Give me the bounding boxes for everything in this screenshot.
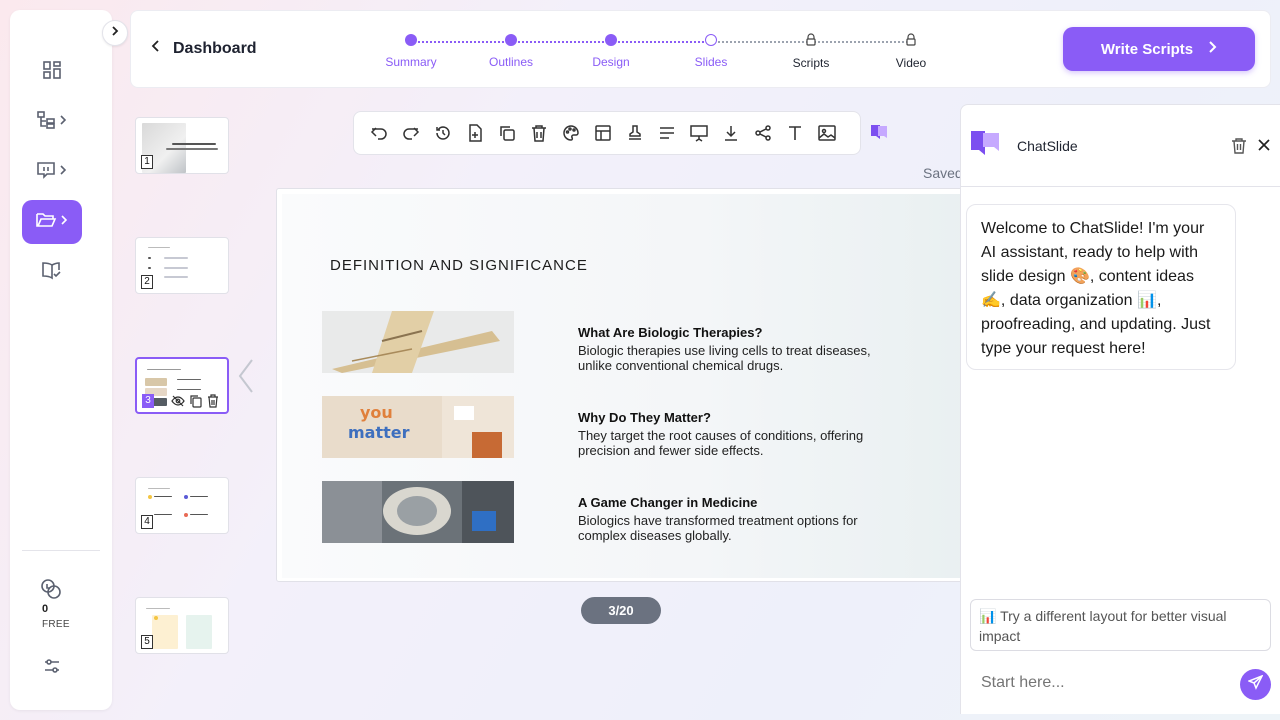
chevron-right-icon (110, 24, 120, 42)
credit-count: 0 (42, 603, 49, 615)
step-summary[interactable]: Summary (361, 33, 461, 69)
sidebar-item-projects[interactable] (22, 200, 82, 244)
save-status: Saved (923, 165, 963, 181)
page-indicator: 3/20 (581, 597, 661, 624)
slide-thumbnail-4[interactable]: 4 (135, 477, 229, 534)
hide-slide-icon[interactable] (171, 394, 185, 412)
top-bar: Dashboard Summary Outlines Design Slides… (130, 10, 1271, 88)
delete-icon[interactable] (530, 124, 548, 142)
text-icon[interactable] (786, 124, 804, 142)
sidebar-divider (22, 550, 100, 551)
layout-icon[interactable] (594, 124, 612, 142)
svg-text:you: you (360, 403, 393, 422)
chevron-right-icon (1207, 40, 1217, 58)
chevron-right-icon (58, 163, 68, 181)
close-icon[interactable] (1257, 138, 1271, 157)
present-icon[interactable] (690, 124, 708, 142)
tree-icon (36, 110, 56, 135)
slide-title[interactable]: DEFINITION AND SIGNIFICANCE (330, 257, 588, 274)
chat-input[interactable] (981, 674, 1181, 692)
step-design[interactable]: Design (561, 33, 661, 69)
plan-label: FREE (42, 619, 70, 630)
grid-icon (42, 60, 62, 85)
step-video[interactable]: Video (861, 33, 961, 70)
chatslide-logo-icon[interactable] (868, 122, 890, 149)
palette-icon[interactable] (562, 124, 580, 142)
sidebar-item-structure[interactable] (22, 100, 82, 144)
slide-content: DEFINITION AND SIGNIFICANCE What Are Bio… (282, 194, 972, 578)
image-icon[interactable] (818, 124, 836, 142)
slide-canvas[interactable]: DEFINITION AND SIGNIFICANCE What Are Bio… (276, 188, 976, 582)
slide-thumbnail-3[interactable]: 3 (135, 357, 229, 414)
editor-toolbar (353, 111, 861, 155)
redo-icon[interactable] (402, 124, 420, 142)
settings-sliders-icon[interactable] (42, 656, 62, 681)
item-text[interactable]: They target the root causes of condition… (578, 428, 898, 458)
back-to-dashboard[interactable]: Dashboard (151, 39, 257, 58)
align-icon[interactable] (658, 124, 676, 142)
chat-board-icon (36, 160, 56, 185)
chevron-right-icon (58, 113, 68, 131)
step-outlines[interactable]: Outlines (461, 33, 561, 69)
item-heading[interactable]: A Game Changer in Medicine (578, 495, 757, 510)
send-icon (1246, 674, 1264, 695)
write-scripts-button[interactable]: Write Scripts (1063, 27, 1255, 71)
item-heading[interactable]: What Are Biologic Therapies? (578, 325, 762, 340)
download-icon[interactable] (722, 124, 740, 142)
delete-slide-icon[interactable] (207, 394, 219, 412)
chatslide-logo-icon (969, 129, 1001, 166)
lock-icon (804, 33, 818, 47)
slide-image-machine[interactable] (322, 481, 514, 543)
duplicate-slide-icon[interactable] (189, 394, 202, 412)
slide-thumbnail-1[interactable]: 1 (135, 117, 229, 174)
coins-icon[interactable] (40, 578, 62, 605)
clear-chat-icon[interactable] (1231, 137, 1247, 159)
item-text[interactable]: Biologics have transformed treatment opt… (578, 513, 898, 543)
svg-text:matter: matter (348, 423, 410, 442)
chevron-left-icon (151, 39, 161, 58)
left-sidebar: 0 FREE (10, 10, 112, 710)
slide-image-wood[interactable] (322, 311, 514, 373)
previous-slide-icon[interactable] (236, 358, 256, 399)
slide-thumbnail-2[interactable]: 2 (135, 237, 229, 294)
sidebar-item-presentations[interactable] (22, 150, 82, 194)
progress-stepper: Summary Outlines Design Slides Scripts V… (361, 33, 926, 77)
send-button[interactable] (1240, 669, 1271, 700)
add-page-icon[interactable] (466, 124, 484, 142)
chat-panel: ChatSlide Welcome to ChatSlide! I'm your… (960, 104, 1280, 714)
stamp-icon[interactable] (626, 124, 644, 142)
share-icon[interactable] (754, 124, 772, 142)
undo-icon[interactable] (370, 124, 388, 142)
item-text[interactable]: Biologic therapies use living cells to t… (578, 343, 898, 373)
suggestion-chip[interactable]: 📊 Try a different layout for better visu… (970, 599, 1271, 651)
slide-image-you-matter[interactable]: you matter (322, 396, 514, 458)
slide-thumbnail-5[interactable]: 5 (135, 597, 229, 654)
chevron-right-icon (59, 213, 69, 231)
step-slides[interactable]: Slides (661, 33, 761, 69)
folder-open-icon (35, 210, 57, 235)
lock-icon (904, 33, 918, 47)
duplicate-icon[interactable] (498, 124, 516, 142)
chat-header: ChatSlide (961, 105, 1280, 187)
back-label: Dashboard (173, 39, 257, 57)
sidebar-item-resources[interactable] (22, 250, 82, 294)
book-check-icon (41, 260, 63, 285)
history-icon[interactable] (434, 124, 452, 142)
chat-title: ChatSlide (1017, 138, 1078, 154)
sidebar-item-dashboard[interactable] (22, 50, 82, 94)
sidebar-expand-button[interactable] (102, 20, 128, 46)
assistant-message: Welcome to ChatSlide! I'm your AI assist… (966, 204, 1236, 370)
item-heading[interactable]: Why Do They Matter? (578, 410, 711, 425)
step-scripts[interactable]: Scripts (761, 33, 861, 70)
